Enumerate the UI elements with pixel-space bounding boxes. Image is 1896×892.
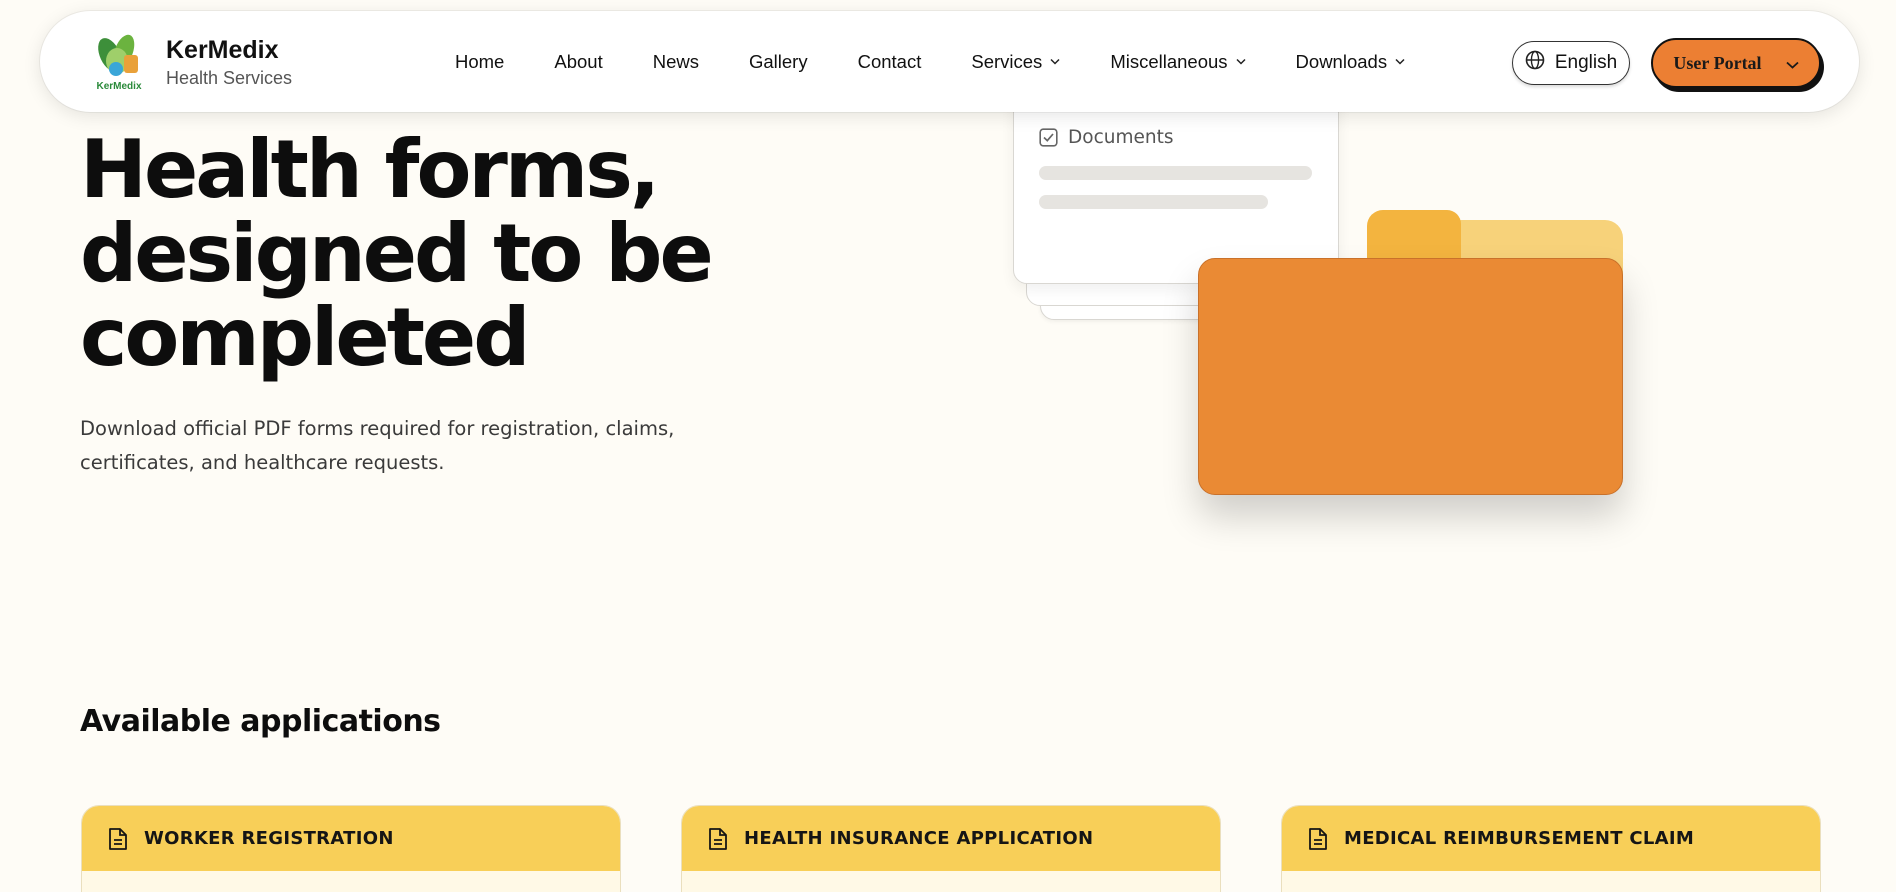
nav-downloads-label: Downloads [1295, 50, 1388, 72]
applications-heading: Available applications [80, 704, 441, 739]
nav-services-label: Services [971, 50, 1043, 72]
placeholder-line [1039, 166, 1312, 180]
checkbox-icon [1039, 128, 1058, 151]
language-button[interactable]: English [1512, 41, 1630, 85]
folder-front [1198, 258, 1623, 495]
nav-gallery-label: Gallery [748, 50, 808, 72]
top-navbar: KerMedix KerMedix Health Services Home A… [40, 11, 1859, 112]
folder-back [1367, 220, 1623, 420]
nav-home[interactable]: Home [455, 51, 504, 73]
user-portal-label: User Portal [1673, 52, 1762, 73]
nav-miscellaneous-label: Miscellaneous [1110, 50, 1228, 72]
svg-text:KerMedix: KerMedix [96, 81, 141, 92]
chevron-down-icon [1785, 53, 1799, 74]
card-header: MEDICAL REIMBURSEMENT CLAIM [1282, 806, 1820, 871]
chevron-down-icon [1395, 58, 1405, 65]
kermedix-logo[interactable]: KerMedix [90, 31, 148, 93]
application-card-health-insurance[interactable]: HEALTH INSURANCE APPLICATION [681, 805, 1221, 892]
card-header: WORKER REGISTRATION [82, 806, 620, 871]
hero-title-line2: designed to be [80, 207, 714, 300]
nav-about[interactable]: About [554, 51, 602, 73]
nav-news[interactable]: News [653, 51, 699, 73]
nav-news-label: News [652, 50, 699, 72]
brand-block: KerMedix Health Services [166, 35, 292, 90]
application-card-worker-registration[interactable]: WORKER REGISTRATION [81, 805, 621, 892]
chevron-down-icon [1050, 58, 1060, 65]
language-label: English [1554, 52, 1618, 73]
card-title: HEALTH INSURANCE APPLICATION [744, 828, 1094, 849]
folder-tab [1367, 210, 1461, 270]
card-title: MEDICAL REIMBURSEMENT CLAIM [1344, 828, 1695, 849]
placeholder-line [1039, 195, 1268, 209]
documents-label: Documents [1068, 127, 1174, 148]
nav-services[interactable]: Services [971, 51, 1060, 73]
hero-description: Download official PDF forms required for… [80, 417, 675, 474]
nav-home-label: Home [455, 50, 505, 72]
nav-gallery[interactable]: Gallery [749, 51, 808, 73]
main-nav: Home About News Gallery Contact Services… [455, 11, 1455, 112]
nav-downloads[interactable]: Downloads [1296, 51, 1406, 73]
nav-about-label: About [554, 50, 603, 72]
document-icon [1308, 827, 1328, 851]
card-title: WORKER REGISTRATION [144, 828, 394, 849]
nav-contact-label: Contact [857, 50, 922, 72]
nav-miscellaneous[interactable]: Miscellaneous [1110, 50, 1246, 73]
hero-title-line1: Health forms, [80, 123, 660, 216]
nav-contact[interactable]: Contact [858, 51, 922, 73]
application-card-medical-reimbursement[interactable]: MEDICAL REIMBURSEMENT CLAIM [1281, 805, 1821, 892]
brand-name: KerMedix [166, 36, 279, 64]
hero-title: Health forms, designed to be completed [80, 128, 800, 380]
document-icon [108, 827, 128, 851]
brand-subtitle: Health Services [166, 68, 293, 88]
chevron-down-icon [1236, 58, 1246, 65]
document-icon [708, 827, 728, 851]
card-header: HEALTH INSURANCE APPLICATION [682, 806, 1220, 871]
hero-title-line3: completed [80, 291, 530, 384]
user-portal-button[interactable]: User Portal [1651, 38, 1821, 88]
globe-icon [1525, 50, 1545, 76]
